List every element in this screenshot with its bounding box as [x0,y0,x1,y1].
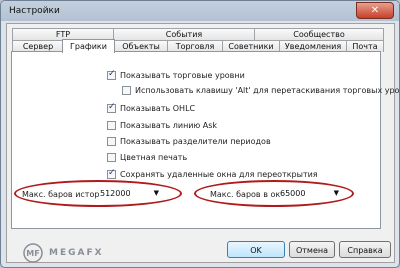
checkbox-label: Показывать торговые уровни [120,71,245,80]
checkbox-box[interactable] [107,137,116,146]
checkbox-label: Использовать клавишу 'Alt' для перетаски… [135,86,400,95]
checkbox-box[interactable] [107,153,116,162]
checkbox-color-print[interactable]: Цветная печать [107,152,187,163]
checkbox-label: Показывать линию Ask [120,121,218,130]
tab-charts[interactable]: Графики [62,39,115,53]
checkbox-box[interactable] [122,86,131,95]
window-title: Настройки [9,6,60,16]
checkbox-alt-drag[interactable]: Использовать клавишу 'Alt' для перетаски… [122,85,400,96]
checkbox-label: Показывать разделители периодов [120,137,271,146]
highlight-ellipse-window [194,180,354,207]
close-button[interactable]: ✕ [356,2,394,19]
cancel-button[interactable]: Отмена [289,241,335,258]
checkbox-show-ohlc[interactable]: Показывать OHLC [107,102,196,114]
checkbox-save-deleted-windows[interactable]: Сохранять удаленные окна для переоткрыти… [107,168,318,180]
logo-text: MEGAFX [49,248,104,258]
checkbox-box[interactable] [107,102,116,113]
logo-mark: MF [26,249,39,258]
highlight-ellipse-history [14,180,182,207]
checkbox-period-separators[interactable]: Показывать разделители периодов [107,136,271,147]
help-button[interactable]: Справка [339,241,391,258]
settings-window: Настройки ✕ FTP События Сообщество Серве… [0,0,400,268]
checkbox-label: Сохранять удаленные окна для переоткрыти… [120,170,318,179]
title-bar: Настройки ✕ [1,1,399,21]
checkbox-box[interactable] [107,168,116,179]
checkbox-box[interactable] [107,121,116,130]
checkbox-show-ask-line[interactable]: Показывать линию Ask [107,120,217,131]
checkbox-box[interactable] [107,69,116,80]
checkbox-label: Показывать OHLC [120,104,196,113]
checkbox-label: Цветная печать [120,153,188,162]
tab-events[interactable]: События [113,28,255,40]
megafx-logo-icon: MF [23,243,43,263]
ok-button[interactable]: OK [227,241,285,258]
tab-community[interactable]: Сообщество [254,28,384,40]
charts-panel: Показывать торговые уровни Использовать … [11,51,399,229]
checkbox-show-trade-levels[interactable]: Показывать торговые уровни [107,69,245,81]
